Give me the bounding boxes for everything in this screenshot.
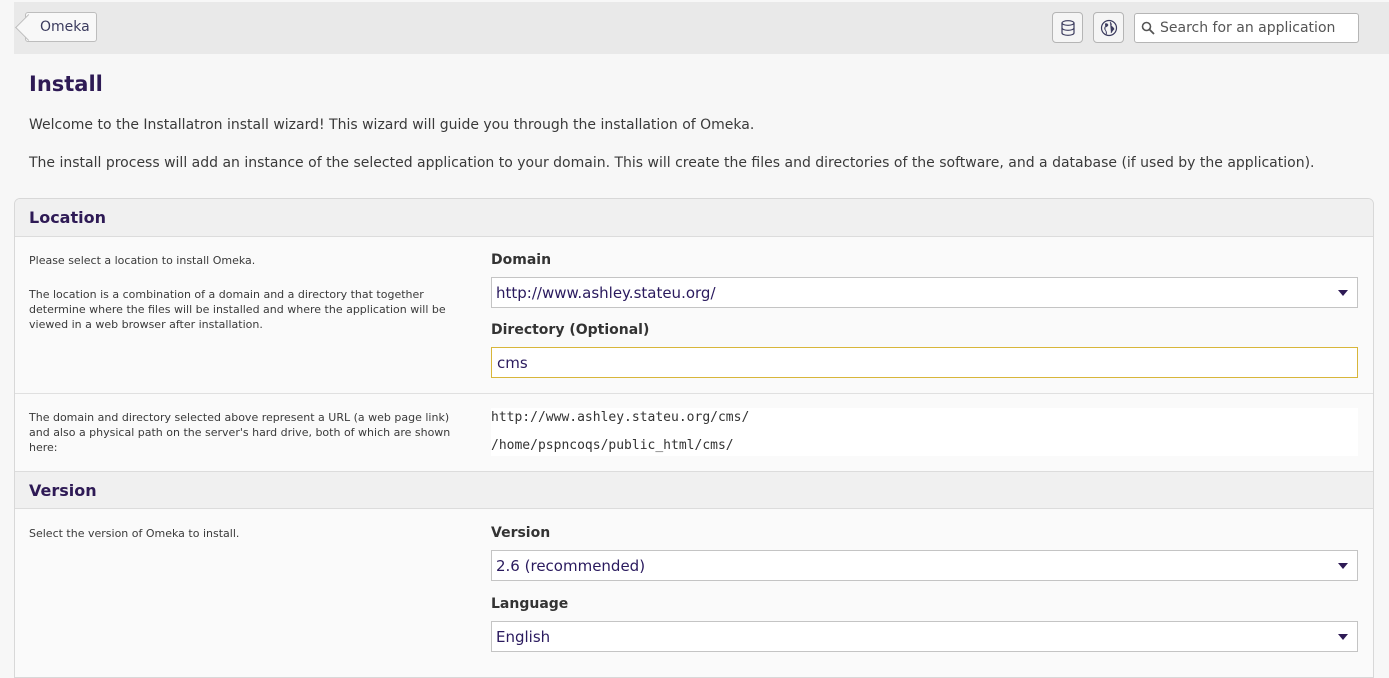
globe-icon — [1100, 19, 1117, 36]
database-button[interactable] — [1052, 12, 1083, 43]
version-section-header: Version — [15, 471, 1373, 509]
chevron-down-icon — [1338, 634, 1348, 640]
search-box[interactable] — [1134, 13, 1359, 43]
version-value: 2.6 (recommended) — [496, 556, 646, 575]
version-heading: Version — [29, 481, 97, 500]
language-label: Language — [491, 596, 569, 612]
version-help: Select the version of Omeka to install. — [29, 527, 240, 540]
intro-description: The install process will add an instance… — [29, 155, 1315, 171]
language-value: English — [496, 627, 551, 646]
search-icon — [1141, 21, 1155, 35]
search-input[interactable] — [1158, 19, 1352, 37]
top-bar: Omeka — [14, 2, 1389, 54]
directory-label: Directory (Optional) — [491, 322, 650, 338]
language-select[interactable]: English — [491, 621, 1358, 652]
back-button[interactable]: Omeka — [25, 12, 97, 42]
version-label: Version — [491, 525, 551, 541]
directory-input[interactable] — [491, 347, 1358, 378]
database-icon — [1060, 19, 1075, 36]
globe-button[interactable] — [1093, 12, 1124, 43]
location-section-header: Location — [15, 199, 1373, 237]
paths-display: http://www.ashley.stateu.org/cms/ /home/… — [491, 408, 1358, 456]
divider — [15, 393, 1373, 394]
back-button-label: Omeka — [40, 19, 90, 35]
intro-welcome: Welcome to the Installatron install wiza… — [29, 117, 755, 133]
domain-value: http://www.ashley.stateu.org/ — [496, 283, 716, 302]
page-title: Install — [29, 72, 103, 96]
chevron-down-icon — [1338, 290, 1348, 296]
paths-help: The domain and directory selected above … — [29, 411, 451, 454]
domain-label: Domain — [491, 252, 552, 268]
version-select[interactable]: 2.6 (recommended) — [491, 550, 1358, 581]
domain-select[interactable]: http://www.ashley.stateu.org/ — [491, 277, 1358, 308]
url-path: http://www.ashley.stateu.org/cms/ — [491, 410, 750, 425]
chevron-down-icon — [1338, 563, 1348, 569]
location-heading: Location — [29, 208, 106, 227]
location-help-detail: The location is a combination of a domai… — [29, 288, 446, 331]
disk-path: /home/pspncoqs/public_html/cms/ — [491, 438, 734, 453]
location-help-intro: Please select a location to install Omek… — [29, 254, 256, 267]
install-form-panel: Location Please select a location to ins… — [14, 198, 1374, 678]
